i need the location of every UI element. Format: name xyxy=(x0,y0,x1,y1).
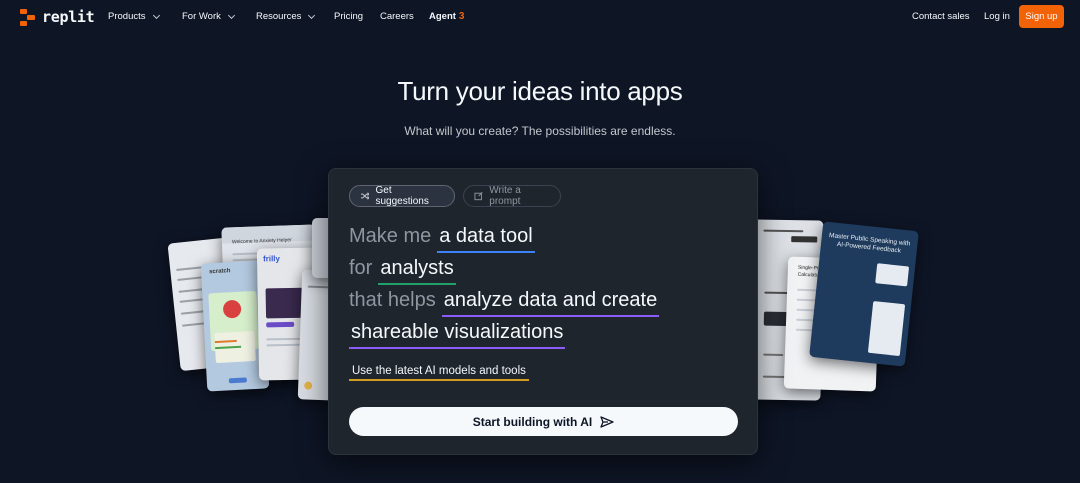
tab-write-prompt[interactable]: Write a prompt xyxy=(463,185,561,207)
hero-subtitle: What will you create? The possibilities … xyxy=(404,124,676,138)
nav-products-label: Products xyxy=(108,11,146,22)
nav-products[interactable]: Products xyxy=(108,11,160,22)
nav-for-work-label: For Work xyxy=(182,11,221,22)
scratch-logo-text: scratch xyxy=(208,268,231,276)
nav-login[interactable]: Log in xyxy=(984,11,1010,22)
replit-logo-icon xyxy=(20,8,35,26)
ai-models-chip[interactable]: Use the latest AI models and tools xyxy=(349,365,529,381)
nav-login-label: Log in xyxy=(984,11,1010,22)
prompt-line-3: that helps analyze data and create xyxy=(349,289,660,317)
nav-careers[interactable]: Careers xyxy=(380,11,414,22)
prompt-value-audience[interactable]: analysts xyxy=(378,257,456,285)
nav-pricing-label: Pricing xyxy=(334,11,364,22)
nav-resources-label: Resources xyxy=(256,11,302,22)
chevron-down-icon xyxy=(308,11,316,19)
anxiety-helper-title: Welcome to Anxiety Helper xyxy=(231,237,292,246)
prompt-prefix: for xyxy=(349,257,373,279)
chevron-down-icon xyxy=(152,11,160,19)
signup-button[interactable]: Sign up xyxy=(1019,5,1064,28)
hero-title: Turn your ideas into apps xyxy=(397,76,683,106)
nav-contact-sales-label: Contact sales xyxy=(912,11,970,22)
nav-careers-label: Careers xyxy=(380,11,414,22)
tab-get-suggestions-label: Get suggestions xyxy=(375,185,429,207)
public-speaking-card: Master Public Speaking with AI-Powered F… xyxy=(809,221,919,367)
prompt-line-4: shareable visualizations xyxy=(349,321,566,349)
shuffle-icon xyxy=(360,192,370,200)
prompt-value-goal[interactable]: analyze data and create xyxy=(441,289,660,317)
nav-contact-sales[interactable]: Contact sales xyxy=(912,11,970,22)
top-nav: replit Products For Work Resources Prici… xyxy=(0,0,1080,34)
brand-name: replit xyxy=(42,8,95,26)
prompt-value-goal-continued[interactable]: shareable visualizations xyxy=(349,321,566,349)
nav-agent[interactable]: Agent 3 xyxy=(429,11,464,22)
prompt-panel: Get suggestions Write a prompt Make me a… xyxy=(328,168,758,455)
prompt-line-1: Make me a data tool xyxy=(349,225,535,253)
tab-get-suggestions[interactable]: Get suggestions xyxy=(349,185,455,207)
edit-icon xyxy=(474,191,483,201)
frilly-logo-text: frilly xyxy=(262,254,281,264)
prompt-line-2: for analysts xyxy=(349,257,456,285)
nav-for-work[interactable]: For Work xyxy=(182,11,235,22)
public-speaking-title: Master Public Speaking with AI-Powered F… xyxy=(828,232,911,255)
prompt-prefix: that helps xyxy=(349,289,436,311)
nav-agent-label: Agent xyxy=(429,11,456,22)
send-icon xyxy=(600,415,614,428)
agent-version-badge: 3 xyxy=(458,11,465,22)
start-building-label: Start building with AI xyxy=(472,414,593,429)
nav-pricing[interactable]: Pricing xyxy=(334,11,363,22)
start-building-button[interactable]: Start building with AI xyxy=(349,407,738,436)
tab-write-prompt-label: Write a prompt xyxy=(489,185,521,207)
nav-resources[interactable]: Resources xyxy=(256,11,316,22)
prompt-value-tool[interactable]: a data tool xyxy=(437,225,535,253)
replit-logo[interactable]: replit xyxy=(20,8,95,26)
chevron-down-icon xyxy=(227,11,235,19)
prompt-prefix: Make me xyxy=(349,225,432,247)
